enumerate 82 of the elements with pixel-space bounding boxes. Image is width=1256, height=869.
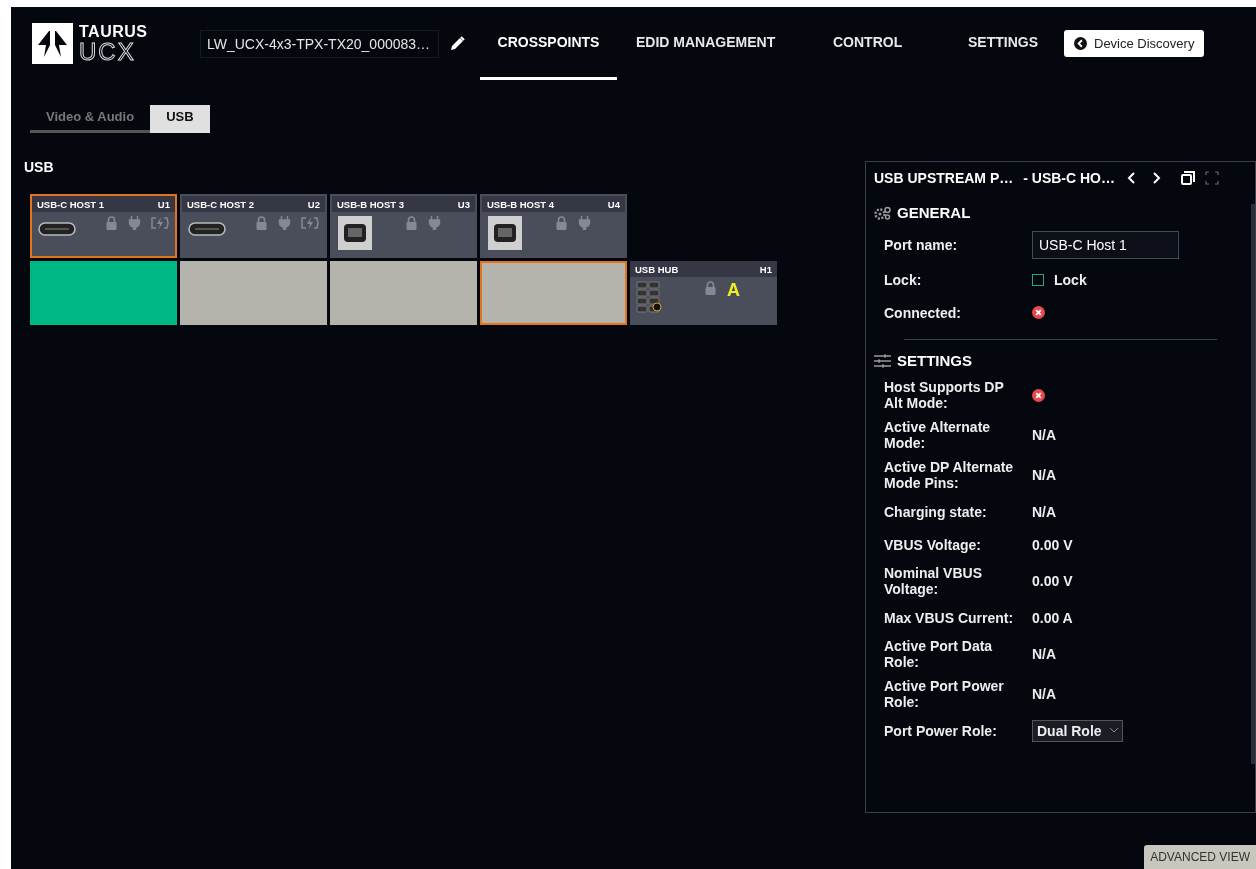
property-label: Active Port Data Role: [884,638,994,670]
device-discovery-button[interactable]: Device Discovery [1064,30,1205,57]
value-text: N/A [1032,503,1057,520]
logo-text: TAURUS [79,23,148,40]
hub-id: H1 [759,263,772,275]
lock-icon [704,281,717,295]
device-name-field[interactable]: LW_UCX-4x3-TPX-TX20_000083… [200,29,439,58]
plug-icon [278,216,291,230]
lock-icon [555,216,568,230]
port-name: USB-B HOST 4 [487,198,555,210]
crosspoint-cell[interactable] [30,261,177,325]
charging-icon [301,216,319,230]
section-title: USB [24,159,55,175]
usb-hub-tile[interactable]: USB HUB H1 A [630,261,777,325]
panel-subtitle: - USB-C HO… [1023,170,1115,186]
port-id: U3 [457,198,470,210]
value-text: N/A [1032,467,1057,483]
usb-b-port-icon [338,216,372,250]
value-text: 0.00 A [1032,609,1073,626]
host-port-tile[interactable]: USB-C HOST 1 U1 [30,194,177,258]
back-icon [1074,37,1087,50]
port-id: U2 [307,198,320,210]
host-port-tile[interactable]: USB-B HOST 3 U3 [330,194,477,258]
property-label: Connected: [884,304,962,321]
host-port-tile[interactable]: USB-B HOST 4 U4 [480,194,627,258]
value-text: 0.00 V [1032,573,1073,589]
plug-icon [578,216,591,230]
host-port-tile[interactable]: USB-C HOST 2 U2 [180,194,327,258]
value-text: N/A [1032,646,1057,662]
usb-c-port-icon [38,222,76,236]
hub-name: USB HUB [635,263,679,275]
port-name: USB-B HOST 3 [337,198,405,210]
section-heading: GENERAL [897,204,971,221]
property-label: Active Port Power Role: [884,678,1005,710]
crosspoint-cell[interactable] [330,261,477,325]
sub-tab[interactable]: USB [150,105,210,133]
crosspoint-cell[interactable] [180,261,327,325]
nav-tab[interactable]: SETTINGS [950,7,1064,80]
property-label: Active DP Alternate Mode Pins: [884,459,1015,491]
hub-letter: A [727,281,740,299]
panel-title: USB UPSTREAM P… [874,170,1014,186]
property-label: Port name: [884,237,959,253]
advanced-view-button[interactable]: ADVANCED VIEW [1144,845,1256,869]
sliders-icon [874,353,891,368]
usb-b-port-icon [488,216,522,250]
port-name: USB-C HOST 2 [187,198,255,210]
value-text: 0.00 V [1032,536,1073,553]
property-label: Active Alternate Mode: [884,419,992,451]
chevron-down-icon [1109,728,1118,733]
port-name-field[interactable]: USB-C Host 1 [1032,231,1179,259]
lock-icon [105,216,118,230]
value-text: N/A [1032,686,1057,702]
property-label: Max VBUS Current: [884,609,1015,626]
usb-c-port-icon [188,222,226,236]
nav-tab[interactable]: CROSSPOINTS [480,7,617,80]
charging-icon [151,216,169,230]
logo-icon [32,23,73,64]
port-id: U4 [607,198,620,210]
property-label: Charging state: [884,503,988,520]
property-label: Host Supports DP Alt Mode: [884,379,1005,411]
nav-tab[interactable]: EDID MANAGEMENT [618,7,815,80]
lock-icon [255,216,268,230]
port-id: U1 [157,198,170,210]
property-label: Lock: [884,271,923,288]
power-role-dropdown[interactable]: Dual Role [1032,719,1123,742]
lock-icon [405,216,418,230]
windows-icon[interactable] [1181,171,1195,185]
lock-checkbox[interactable]: Lock [1032,271,1087,288]
gears-icon [874,205,891,220]
value-text: N/A [1032,427,1057,443]
nav-tab[interactable]: CONTROL [815,7,950,80]
section-heading: SETTINGS [897,352,972,369]
crosspoint-cell[interactable] [480,261,627,325]
plug-icon [128,216,141,230]
plug-icon [428,216,441,230]
pencil-icon[interactable] [449,35,465,52]
fullscreen-icon[interactable] [1205,171,1219,185]
property-label: Nominal VBUS Voltage: [884,565,983,597]
property-label: Port Power Role: [884,722,998,739]
usb-hub-ports-icon [636,281,662,315]
property-label: VBUS Voltage: [884,536,982,553]
port-name: USB-C HOST 1 [37,198,105,210]
